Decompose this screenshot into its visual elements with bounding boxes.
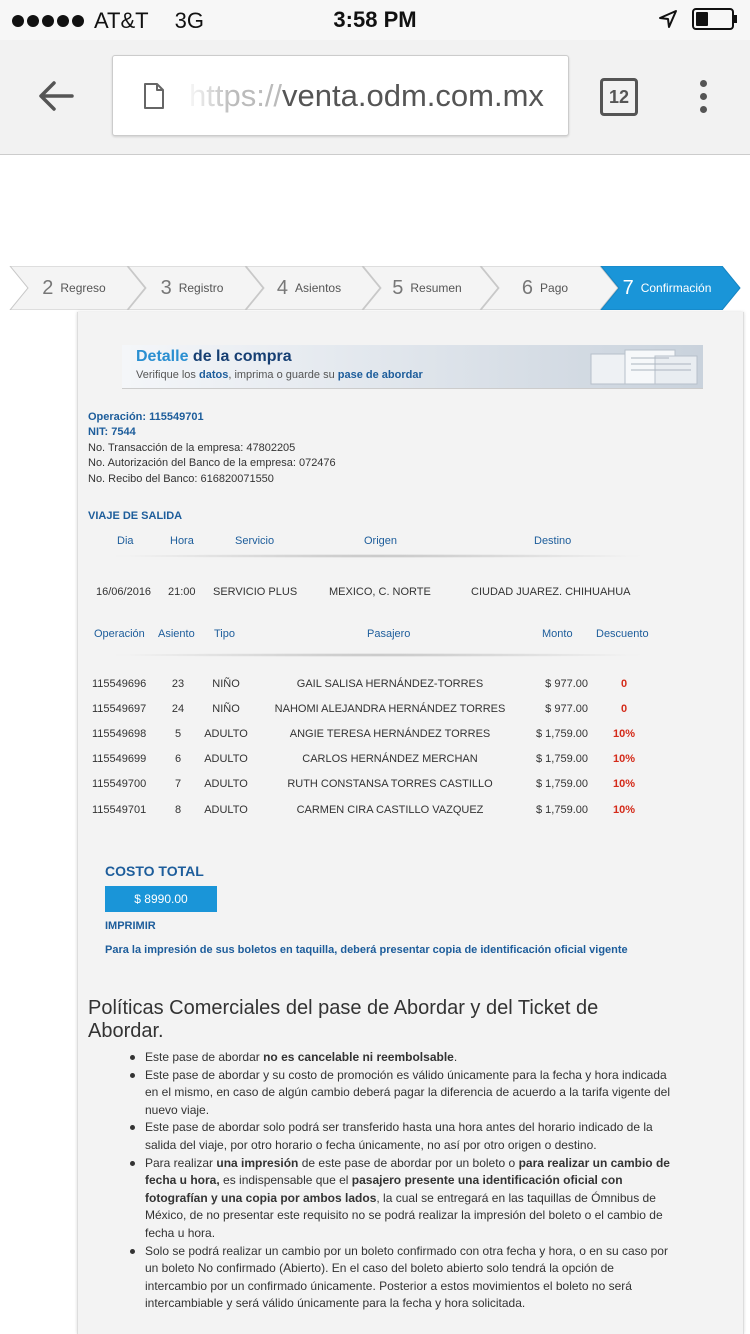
pax-nombre: RUTH CONSTANSA TORRES CASTILLO [287,778,493,790]
pax-header-monto: Monto [542,628,573,640]
nit: NIT: 7544 [88,426,136,438]
pax-descuento: 10% [612,804,636,816]
pax-tipo: ADULTO [204,778,248,790]
pax-header-divider [108,653,648,657]
pax-descuento: 10% [612,753,636,765]
pax-header-pasajero: Pasajero [367,628,411,640]
pax-monto: $ 1,759.00 [536,778,588,790]
operation-number: Operación: 115549701 [88,411,204,423]
pax-nombre: CARMEN CIRA CASTILLO VAZQUEZ [296,804,484,816]
pax-descuento: 10% [612,778,636,790]
step-asientos[interactable]: 4 Asientos [259,266,359,310]
status-bar: AT&T 3G 3:58 PM [0,0,750,40]
banner-title: Detalle de la compra [136,348,292,365]
step-resumen[interactable]: 5 Resumen [377,266,477,310]
id-requirement-note: Para la impresión de sus boletos en taqu… [105,944,628,956]
total-cost-value: $ 8990.00 [105,886,217,912]
step-pago[interactable]: 6 Pago [495,266,595,310]
trip-section-title: VIAJE DE SALIDA [88,510,183,522]
pax-nombre: CARLOS HERNÁNDEZ MERCHAN [302,753,478,765]
step-regreso[interactable]: 2 Regreso [24,266,124,310]
page-icon [144,83,164,109]
browser-toolbar: https://venta.odm.com.mx 12 [0,40,750,155]
pax-operacion: 115549696 [92,678,147,690]
pax-operacion: 115549697 [92,703,147,715]
pax-asiento: 5 [174,728,182,740]
policies-title: Políticas Comerciales del pase de Aborda… [88,997,599,1042]
bank-authorization: No. Autorización del Banco de la empresa… [88,457,336,469]
documents-illustration-icon [590,349,698,385]
pax-tipo: NIÑO [212,678,240,690]
tab-switcher-button[interactable]: 12 [600,78,638,116]
pax-operacion: 115549698 [92,728,147,740]
pax-monto: $ 977.00 [545,703,588,715]
pax-tipo: NIÑO [212,703,240,715]
print-link[interactable]: IMPRIMIR [105,920,156,932]
purchase-banner: Detalle de la compra Verifique los datos… [122,345,703,389]
policy-item: Este pase de abordar solo podrá ser tran… [128,1119,678,1154]
pax-header-asiento: Asiento [158,628,195,640]
pax-header-descuento: Descuento [596,628,649,640]
policy-item: Solo se podrá realizar un cambio por un … [128,1243,678,1313]
pax-descuento: 10% [612,728,636,740]
trip-origen: MEXICO, C. NORTE [329,586,431,598]
pax-asiento: 23 [171,678,185,690]
bank-receipt: No. Recibo del Banco: 616820071550 [88,473,274,485]
trip-header-origen: Origen [364,535,398,547]
pax-operacion: 115549699 [92,753,147,765]
step-registro[interactable]: 3 Registro [142,266,242,310]
pax-tipo: ADULTO [204,753,248,765]
pax-tipo: ADULTO [204,804,248,816]
pax-descuento: 0 [620,678,628,690]
pax-nombre: NAHOMI ALEJANDRA HERNÁNDEZ TORRES [274,703,506,715]
trip-header-divider [108,554,648,558]
purchase-detail-panel: Detalle de la compra Verifique los datos… [77,312,744,1334]
pax-monto: $ 1,759.00 [536,753,588,765]
pax-asiento: 8 [174,804,182,816]
pax-asiento: 7 [174,778,182,790]
trip-header-servicio: Servicio [235,535,275,547]
trip-destino: CIUDAD JUAREZ. CHIHUAHUA [471,586,631,598]
trip-header-hora: Hora [170,535,194,547]
pax-header-tipo: Tipo [214,628,235,640]
pax-descuento: 0 [620,703,628,715]
pax-header-operacion: Operación [94,628,145,640]
total-cost-label: COSTO TOTAL [105,863,204,879]
trip-dia: 16/06/2016 [96,586,152,598]
policy-item: Para realizar una impresión de este pase… [128,1155,678,1243]
pax-operacion: 115549700 [92,778,147,790]
pax-nombre: GAIL SALISA HERNÁNDEZ-TORRES [296,678,484,690]
trip-servicio: SERVICIO PLUS [213,586,298,598]
trip-header-destino: Destino [534,535,572,547]
purchase-steps: 2 Regreso 3 Registro 4 Asientos 5 Resumen 6P… [0,266,750,310]
address-bar[interactable]: https://venta.odm.com.mx [112,55,569,136]
transaction-number: No. Transacción de la empresa: 47802205 [88,442,296,454]
trip-header-dia: Dia [117,535,134,547]
pax-monto: $ 1,759.00 [536,804,588,816]
step-confirmacion: 7 Confirmación [622,276,712,299]
pax-asiento: 6 [174,753,182,765]
policy-item: Este pase de abordar y su costo de promo… [128,1067,678,1120]
policy-item: Este pase de abordar no es cancelable ni… [128,1049,678,1067]
banner-subtitle: Verifique los datos, imprima o guarde su… [136,369,423,381]
pax-nombre: ANGIE TERESA HERNÁNDEZ TORRES [289,728,491,740]
url-text[interactable]: https://venta.odm.com.mx [189,78,544,114]
battery-icon [692,8,737,30]
pax-monto: $ 977.00 [545,678,588,690]
back-arrow-icon[interactable] [36,76,76,116]
clock: 3:58 PM [333,7,417,32]
location-icon [659,10,677,28]
pax-monto: $ 1,759.00 [536,728,588,740]
policies-list: Este pase de abordar no es cancelable ni… [128,1049,678,1313]
pax-tipo: ADULTO [204,728,248,740]
pax-operacion: 115549701 [92,804,147,816]
trip-hora: 21:00 [168,586,196,598]
more-menu-icon[interactable] [700,80,707,113]
pax-asiento: 24 [171,703,185,715]
